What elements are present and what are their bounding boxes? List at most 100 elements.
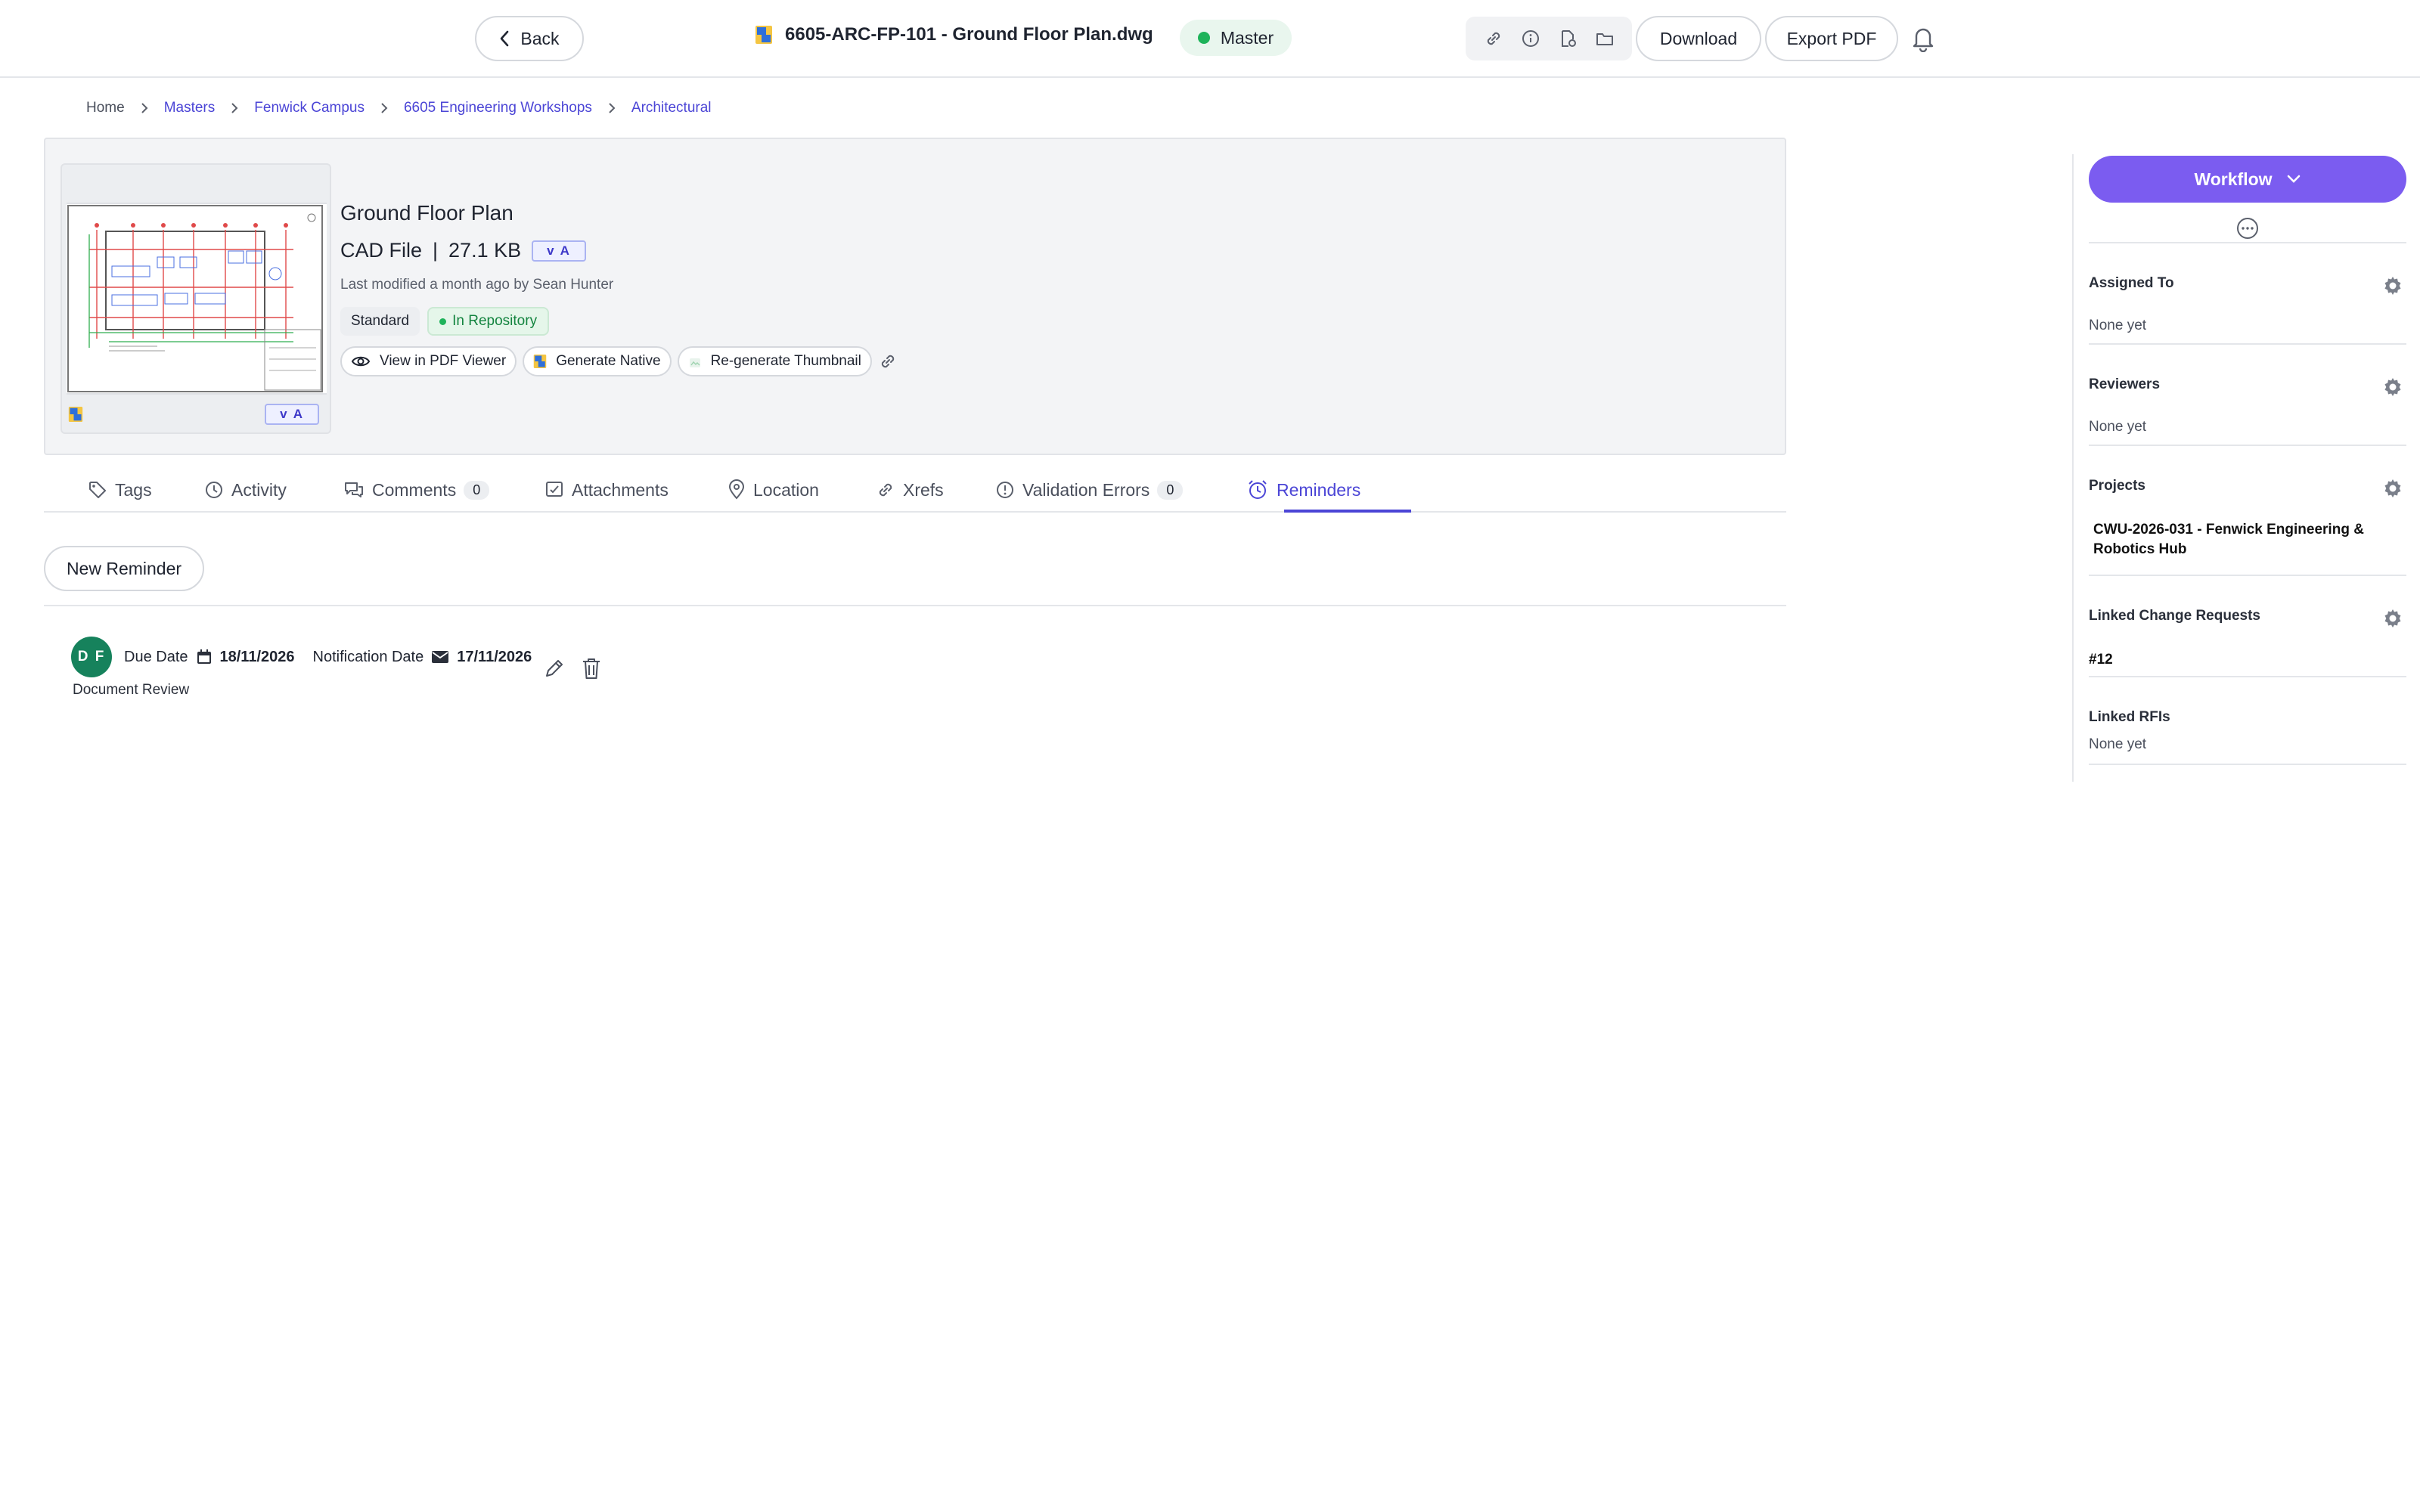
version-badge: v A bbox=[532, 240, 586, 262]
tab-reminders[interactable]: Reminders bbox=[1246, 475, 1360, 505]
linked-change-requests-label: Linked Change Requests bbox=[2089, 608, 2260, 624]
tab-location[interactable]: Location bbox=[728, 475, 819, 505]
download-label: Download bbox=[1659, 28, 1738, 48]
meta-separator: | bbox=[433, 239, 439, 262]
info-icon[interactable] bbox=[1521, 29, 1540, 48]
breadcrumb: Home Masters Fenwick Campus 6605 Enginee… bbox=[86, 100, 712, 116]
projects-section: Projects CWU-2026-031 - Fenwick Engineer… bbox=[2089, 445, 2406, 575]
alert-circle-icon bbox=[995, 480, 1015, 500]
export-pdf-button[interactable]: Export PDF bbox=[1765, 16, 1898, 61]
tag-icon bbox=[88, 480, 107, 500]
gear-icon[interactable] bbox=[2382, 478, 2403, 499]
folder-icon[interactable] bbox=[1595, 29, 1615, 48]
change-request-link[interactable]: #12 bbox=[2089, 650, 2391, 670]
file-size: 27.1 KB bbox=[448, 239, 522, 262]
back-label: Back bbox=[520, 28, 560, 48]
linked-rfis-section: Linked RFIs None yet bbox=[2089, 676, 2406, 765]
cad-file-icon bbox=[68, 406, 83, 423]
file-actions: View in PDF Viewer Generate Native Re-ge… bbox=[340, 346, 898, 376]
toolbar-icon-group bbox=[1466, 17, 1632, 60]
file-thumbnail[interactable]: v A bbox=[60, 163, 331, 434]
download-button[interactable]: Download bbox=[1636, 16, 1761, 61]
cad-file-icon bbox=[755, 25, 773, 45]
envelope-icon bbox=[431, 649, 449, 665]
file-type: CAD File bbox=[340, 239, 423, 262]
repository-badge: In Repository bbox=[427, 307, 550, 336]
gear-icon[interactable] bbox=[2382, 275, 2403, 296]
active-tab-indicator bbox=[1284, 510, 1411, 513]
thumbnail-icon bbox=[688, 354, 702, 369]
right-sidebar: Workflow Assigned To None yet Reviewers … bbox=[2072, 154, 2406, 782]
tab-activity[interactable]: Activity bbox=[204, 475, 287, 505]
project-link[interactable]: CWU-2026-031 - Fenwick Engineering & Rob… bbox=[2093, 520, 2396, 559]
link-icon[interactable] bbox=[1484, 29, 1503, 48]
chevron-right-icon bbox=[607, 102, 616, 114]
file-display-title: Ground Floor Plan bbox=[340, 201, 513, 225]
reminder-title: Document Review bbox=[73, 682, 190, 698]
due-date-label: Due Date bbox=[124, 648, 188, 665]
cad-file-icon bbox=[533, 354, 547, 369]
repository-dot bbox=[439, 318, 447, 325]
gear-icon[interactable] bbox=[2382, 608, 2403, 629]
attachment-icon bbox=[544, 480, 564, 500]
regenerate-thumbnail-button[interactable]: Re-generate Thumbnail bbox=[677, 346, 872, 376]
due-date-value: 18/11/2026 bbox=[219, 648, 295, 665]
link-icon bbox=[876, 480, 895, 500]
detail-tabs: Tags Activity Comments 0 Attachments Loc… bbox=[44, 467, 1786, 513]
linked-rfis-label: Linked RFIs bbox=[2089, 709, 2170, 725]
view-pdf-button[interactable]: View in PDF Viewer bbox=[340, 346, 517, 376]
thumbnail-footer: v A bbox=[62, 396, 330, 432]
back-button[interactable]: Back bbox=[475, 16, 584, 61]
location-pin-icon bbox=[728, 479, 746, 500]
section-divider bbox=[44, 605, 1786, 606]
link-icon[interactable] bbox=[878, 352, 898, 371]
notification-date-value: 17/11/2026 bbox=[457, 648, 532, 665]
reviewers-label: Reviewers bbox=[2089, 376, 2161, 392]
tab-attachments[interactable]: Attachments bbox=[544, 475, 669, 505]
reminder-item: D F Due Date 18/11/2026 Notification Dat… bbox=[71, 637, 532, 677]
chevron-left-icon bbox=[499, 30, 510, 47]
breadcrumb-discipline[interactable]: Architectural bbox=[631, 100, 712, 116]
edit-pencil-icon[interactable] bbox=[543, 657, 566, 680]
workflow-button[interactable]: Workflow bbox=[2089, 156, 2406, 203]
alarm-clock-icon bbox=[1246, 479, 1269, 501]
breadcrumb-campus[interactable]: Fenwick Campus bbox=[254, 100, 365, 116]
chevron-right-icon bbox=[380, 102, 389, 114]
eye-icon bbox=[351, 354, 371, 369]
linked-rfis-value: None yet bbox=[2089, 736, 2147, 752]
tab-validation-errors[interactable]: Validation Errors 0 bbox=[995, 475, 1184, 505]
bell-icon[interactable] bbox=[1910, 25, 1936, 52]
tab-xrefs-label: Xrefs bbox=[903, 479, 944, 500]
gear-icon[interactable] bbox=[2382, 376, 2403, 398]
more-options-icon[interactable] bbox=[2235, 216, 2260, 240]
new-reminder-label: New Reminder bbox=[66, 558, 182, 578]
reminder-actions bbox=[543, 656, 602, 680]
tab-tags[interactable]: Tags bbox=[88, 475, 152, 505]
top-bar: Back 6605-ARC-FP-101 - Ground Floor Plan… bbox=[0, 0, 2420, 78]
tab-validation-errors-label: Validation Errors bbox=[1022, 479, 1150, 500]
breadcrumb-building[interactable]: 6605 Engineering Workshops bbox=[404, 100, 592, 116]
status-label: Master bbox=[1220, 27, 1274, 48]
clock-icon bbox=[204, 480, 224, 500]
avatar: D F bbox=[71, 637, 112, 677]
file-status-tags: Standard In Repository bbox=[340, 307, 550, 336]
file-settings-icon[interactable] bbox=[1558, 29, 1578, 48]
trash-icon[interactable] bbox=[581, 656, 602, 680]
tab-comments[interactable]: Comments 0 bbox=[343, 475, 490, 505]
generate-native-button[interactable]: Generate Native bbox=[523, 346, 672, 376]
chevron-right-icon bbox=[140, 102, 149, 114]
tab-xrefs[interactable]: Xrefs bbox=[876, 475, 944, 505]
new-reminder-button[interactable]: New Reminder bbox=[44, 546, 204, 591]
calendar-icon bbox=[196, 649, 213, 665]
thumbnail-version-badge: v A bbox=[265, 404, 319, 425]
generate-native-label: Generate Native bbox=[556, 353, 661, 369]
assigned-to-label: Assigned To bbox=[2089, 275, 2174, 291]
validation-errors-count: 0 bbox=[1157, 480, 1184, 500]
comments-icon bbox=[343, 480, 365, 500]
file-name: 6605-ARC-FP-101 - Ground Floor Plan.dwg bbox=[785, 24, 1153, 45]
status-dot bbox=[1197, 32, 1210, 44]
breadcrumb-home[interactable]: Home bbox=[86, 100, 125, 116]
reviewers-section: Reviewers None yet bbox=[2089, 343, 2406, 445]
tab-reminders-label: Reminders bbox=[1277, 479, 1361, 500]
breadcrumb-masters[interactable]: Masters bbox=[164, 100, 216, 116]
